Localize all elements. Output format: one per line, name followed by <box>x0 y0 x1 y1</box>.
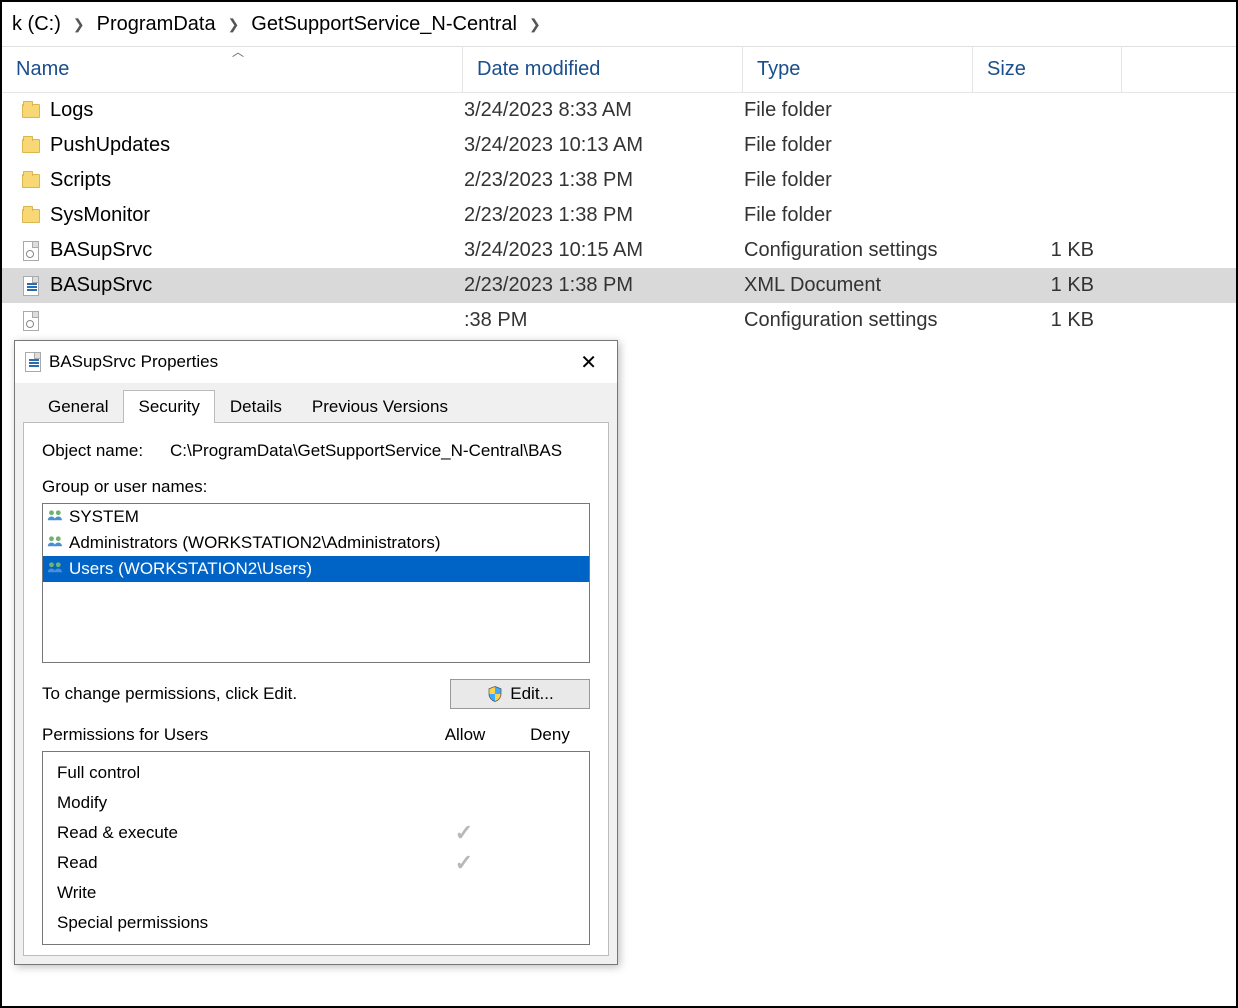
file-name: SysMonitor <box>50 204 464 227</box>
file-list: Logs3/24/2023 8:33 AMFile folderPushUpda… <box>2 93 1236 338</box>
permission-row: Write <box>43 878 589 908</box>
security-tab-panel: Object name: C:\ProgramData\GetSupportSe… <box>23 422 609 956</box>
tab-general[interactable]: General <box>33 390 123 423</box>
permission-name: Read & execute <box>57 823 419 843</box>
permissions-list: Full control Modify Read & execute Read Writ… <box>42 751 590 945</box>
users-icon <box>47 509 65 525</box>
group-name: Administrators (WORKSTATION2\Administrat… <box>69 533 441 553</box>
file-date: 2/23/2023 1:38 PM <box>464 274 744 297</box>
group-item[interactable]: Users (WORKSTATION2\Users) <box>43 556 589 582</box>
tab-details[interactable]: Details <box>215 390 297 423</box>
breadcrumb-item[interactable]: k (C:) <box>6 11 67 38</box>
group-names-label: Group or user names: <box>42 477 590 497</box>
group-or-user-names-list[interactable]: SYSTEM Administrators (WORKSTATION2\Admin… <box>42 503 590 663</box>
breadcrumb-item[interactable]: ProgramData <box>91 11 222 38</box>
chevron-right-icon: ❯ <box>222 16 246 33</box>
users-icon <box>47 561 65 577</box>
file-type: File folder <box>744 204 974 227</box>
file-type: File folder <box>744 169 974 192</box>
permissions-allow-header: Allow <box>420 725 510 745</box>
object-name-value: C:\ProgramData\GetSupportService_N-Centr… <box>170 441 562 461</box>
permission-name: Special permissions <box>57 913 419 933</box>
xml-file-icon <box>23 276 39 296</box>
sort-indicator-icon: ︿ <box>232 43 244 60</box>
tab-previous-versions[interactable]: Previous Versions <box>297 390 463 423</box>
permission-row: Special permissions <box>43 908 589 938</box>
group-item[interactable]: Administrators (WORKSTATION2\Administrat… <box>43 530 589 556</box>
group-name: SYSTEM <box>69 507 139 527</box>
column-date-modified[interactable]: Date modified <box>462 47 742 92</box>
column-headers: ︿ Name Date modified Type Size <box>2 47 1236 93</box>
file-name: PushUpdates <box>50 134 464 157</box>
file-name: BASupSrvc <box>50 239 464 262</box>
breadcrumb: k (C:) ❯ ProgramData ❯ GetSupportService… <box>2 2 1236 46</box>
permission-row: Read & execute <box>43 818 589 848</box>
file-row[interactable]: Logs3/24/2023 8:33 AMFile folder <box>2 93 1236 128</box>
check-icon <box>455 850 473 875</box>
permission-allow <box>419 850 509 876</box>
permission-name: Read <box>57 853 419 873</box>
breadcrumb-item[interactable]: GetSupportService_N-Central <box>245 11 523 38</box>
permissions-deny-header: Deny <box>510 725 590 745</box>
file-row[interactable]: BASupSrvc3/24/2023 10:15 AMConfiguration… <box>2 233 1236 268</box>
edit-button-label: Edit... <box>510 684 553 704</box>
uac-shield-icon <box>486 685 504 703</box>
group-name: Users (WORKSTATION2\Users) <box>69 559 312 579</box>
folder-icon <box>22 209 40 223</box>
tab-security[interactable]: Security <box>123 390 214 423</box>
file-icon <box>25 352 41 372</box>
column-size[interactable]: Size <box>972 47 1122 92</box>
permission-name: Write <box>57 883 419 903</box>
chevron-right-icon: ❯ <box>67 16 91 33</box>
file-date: 3/24/2023 10:15 AM <box>464 239 744 262</box>
permission-row: Modify <box>43 788 589 818</box>
check-icon <box>455 820 473 845</box>
permissions-title: Permissions for Users <box>42 725 420 745</box>
change-permissions-hint: To change permissions, click Edit. <box>42 684 297 704</box>
file-row[interactable]: :38 PMConfiguration settings1 KB <box>2 303 1236 338</box>
properties-dialog: BASupSrvc Properties ✕ GeneralSecurityDe… <box>14 340 618 965</box>
file-type: Configuration settings <box>744 309 974 332</box>
file-size: 1 KB <box>974 239 1124 262</box>
file-date: 2/23/2023 1:38 PM <box>464 204 744 227</box>
permission-row: Read <box>43 848 589 878</box>
file-type: XML Document <box>744 274 974 297</box>
file-row[interactable]: PushUpdates3/24/2023 10:13 AMFile folder <box>2 128 1236 163</box>
file-date: 3/24/2023 10:13 AM <box>464 134 744 157</box>
file-date: 2/23/2023 1:38 PM <box>464 169 744 192</box>
group-item[interactable]: SYSTEM <box>43 504 589 530</box>
file-row[interactable]: BASupSrvc2/23/2023 1:38 PMXML Document1 … <box>2 268 1236 303</box>
object-name-label: Object name: <box>42 441 152 461</box>
users-icon <box>47 535 65 551</box>
folder-icon <box>22 104 40 118</box>
file-type: Configuration settings <box>744 239 974 262</box>
tab-strip: GeneralSecurityDetailsPrevious Versions <box>15 383 617 422</box>
close-icon[interactable]: ✕ <box>568 346 609 379</box>
file-name: Scripts <box>50 169 464 192</box>
column-type[interactable]: Type <box>742 47 972 92</box>
file-type: File folder <box>744 99 974 122</box>
permission-name: Full control <box>57 763 419 783</box>
dialog-titlebar[interactable]: BASupSrvc Properties ✕ <box>15 341 617 383</box>
permission-row: Full control <box>43 758 589 788</box>
file-date: 3/24/2023 8:33 AM <box>464 99 744 122</box>
chevron-right-icon: ❯ <box>523 16 547 33</box>
file-date: :38 PM <box>464 309 744 332</box>
dialog-title: BASupSrvc Properties <box>49 352 218 372</box>
file-name: Logs <box>50 99 464 122</box>
config-file-icon <box>23 241 39 261</box>
folder-icon <box>22 139 40 153</box>
edit-button[interactable]: Edit... <box>450 679 590 709</box>
folder-icon <box>22 174 40 188</box>
config-file-icon <box>23 311 39 331</box>
file-row[interactable]: Scripts2/23/2023 1:38 PMFile folder <box>2 163 1236 198</box>
permission-allow <box>419 820 509 846</box>
file-name: BASupSrvc <box>50 274 464 297</box>
file-size: 1 KB <box>974 274 1124 297</box>
file-size: 1 KB <box>974 309 1124 332</box>
permission-name: Modify <box>57 793 419 813</box>
file-row[interactable]: SysMonitor2/23/2023 1:38 PMFile folder <box>2 198 1236 233</box>
file-type: File folder <box>744 134 974 157</box>
